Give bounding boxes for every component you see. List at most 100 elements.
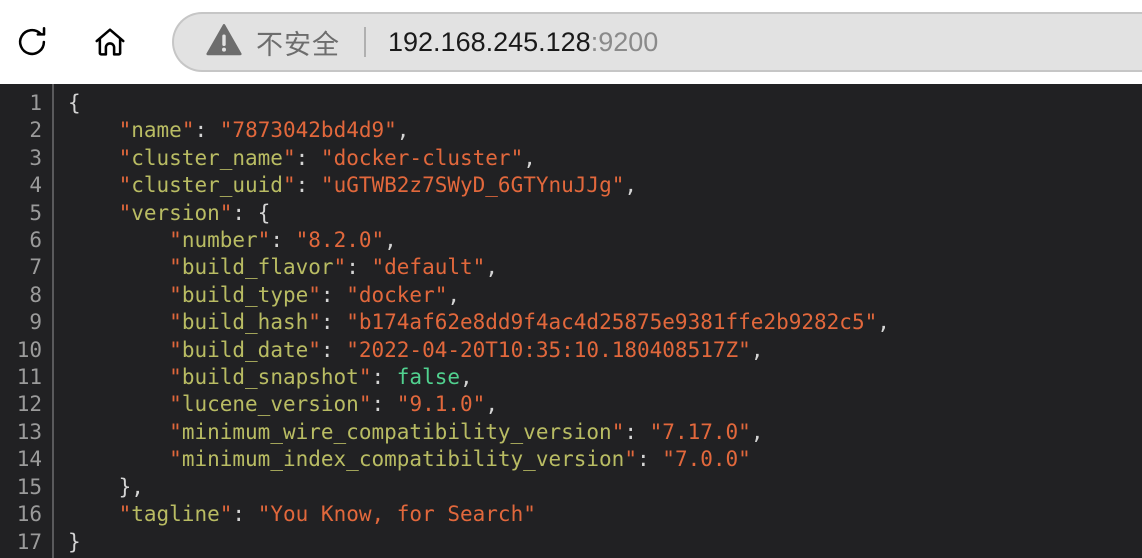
json-string-value: 7.0.0 <box>674 447 739 472</box>
json-quote: " <box>384 118 397 143</box>
json-quote: " <box>118 502 132 527</box>
reload-button[interactable] <box>4 14 60 70</box>
json-quote: " <box>346 310 359 335</box>
json-line: "minimum_wire_compatibility_version": "7… <box>68 419 1142 446</box>
json-punctuation: { <box>68 91 81 115</box>
json-key: build_snapshot <box>181 365 359 390</box>
json-comma: , <box>523 145 536 170</box>
json-line: "lucene_version": "9.1.0", <box>68 391 1142 418</box>
json-colon: : <box>346 255 372 280</box>
browser-toolbar: 不安全 192.168.245.128:9200 <box>0 0 1142 84</box>
json-line: "version": { <box>68 200 1142 227</box>
json-quote: " <box>434 282 448 307</box>
json-comma: , <box>447 282 461 307</box>
line-number: 17 <box>16 529 42 554</box>
json-quote: " <box>295 228 309 253</box>
json-comma: , <box>384 228 397 253</box>
json-colon: : <box>295 173 321 198</box>
json-quote: " <box>181 118 195 143</box>
json-quote: " <box>624 447 637 472</box>
json-colon: : <box>320 282 347 307</box>
line-number: 2 <box>29 118 42 143</box>
json-key: name <box>131 118 182 143</box>
json-colon: : <box>320 310 347 335</box>
line-number: 15 <box>16 474 42 499</box>
json-quote: " <box>169 447 182 472</box>
json-line: "cluster_uuid": "uGTWB2z7SWyD_6GTYnuJJg"… <box>68 172 1142 199</box>
json-string-value: docker <box>358 282 435 307</box>
json-colon: : <box>371 392 397 417</box>
json-string-value: 7873042bd4d9 <box>232 118 385 143</box>
json-quote: " <box>738 337 751 362</box>
json-quote: " <box>169 337 182 362</box>
json-string-value: 7.17.0 <box>662 419 739 444</box>
json-quote: " <box>169 310 182 335</box>
json-colon: : <box>636 447 663 472</box>
line-number: 10 <box>16 337 42 362</box>
json-key: number <box>181 228 258 253</box>
url-host: 192.168.245.128 <box>388 26 591 57</box>
json-line: "build_snapshot": false, <box>68 364 1142 391</box>
json-colon: : <box>194 118 220 143</box>
address-bar[interactable]: 不安全 192.168.245.128:9200 <box>172 12 1142 72</box>
json-quote: " <box>472 392 486 417</box>
home-button[interactable] <box>82 14 138 70</box>
json-quote: " <box>118 118 132 143</box>
json-quote: " <box>118 173 132 198</box>
json-quote: " <box>358 392 372 417</box>
json-key: minimum_index_compatibility_version <box>181 447 625 472</box>
line-number: 6 <box>29 228 42 253</box>
json-string-value: default <box>384 255 473 280</box>
home-icon <box>91 23 129 61</box>
json-quote: " <box>346 337 359 362</box>
json-quote: " <box>523 502 536 527</box>
line-number: 13 <box>16 419 42 444</box>
json-punctuation: }, <box>68 474 144 499</box>
json-quote: " <box>169 392 182 417</box>
json-comma: , <box>485 255 498 280</box>
json-string-value: You Know, for Search <box>270 502 524 527</box>
json-code-content[interactable]: { "name": "7873042bd4d9", "cluster_name"… <box>54 84 1142 558</box>
json-line: "tagline": "You Know, for Search" <box>68 501 1142 528</box>
json-colon: : <box>295 145 321 170</box>
json-key: build_hash <box>181 310 309 335</box>
json-colon: : <box>320 337 347 362</box>
json-line: "build_hash": "b174af62e8dd9f4ac4d25875e… <box>68 309 1142 336</box>
json-colon: : <box>270 228 296 253</box>
json-line: }, <box>68 474 1142 501</box>
json-raw-data-view[interactable]: 1 2 3 4 5 6 7 8 9 10 11 12 13 14 15 16 17 { "name": "787… <box>0 84 1142 558</box>
url-port: :9200 <box>590 26 659 57</box>
json-quote: " <box>282 173 296 198</box>
json-quote: " <box>118 200 132 225</box>
json-quote: " <box>320 173 334 198</box>
json-quote: " <box>738 447 751 472</box>
json-string-value: 9.1.0 <box>409 392 473 417</box>
json-quote: " <box>169 255 182 280</box>
address-bar-url[interactable]: 192.168.245.128:9200 <box>388 27 658 58</box>
json-colon: : <box>232 502 258 527</box>
json-quote: " <box>308 337 321 362</box>
json-quote: " <box>169 228 182 253</box>
json-quote: " <box>864 310 878 335</box>
json-boolean-value: false <box>396 365 460 390</box>
json-key: minimum_wire_compatibility_version <box>181 419 612 444</box>
json-comma: , <box>624 173 638 198</box>
json-quote: " <box>472 255 486 280</box>
json-quote: " <box>118 145 132 170</box>
json-quote: " <box>219 502 233 527</box>
line-number: 1 <box>29 91 42 115</box>
line-number: 8 <box>29 282 42 307</box>
json-quote: " <box>169 365 182 390</box>
json-quote: " <box>611 173 625 198</box>
json-comma: , <box>485 392 498 417</box>
line-number: 3 <box>29 145 42 170</box>
